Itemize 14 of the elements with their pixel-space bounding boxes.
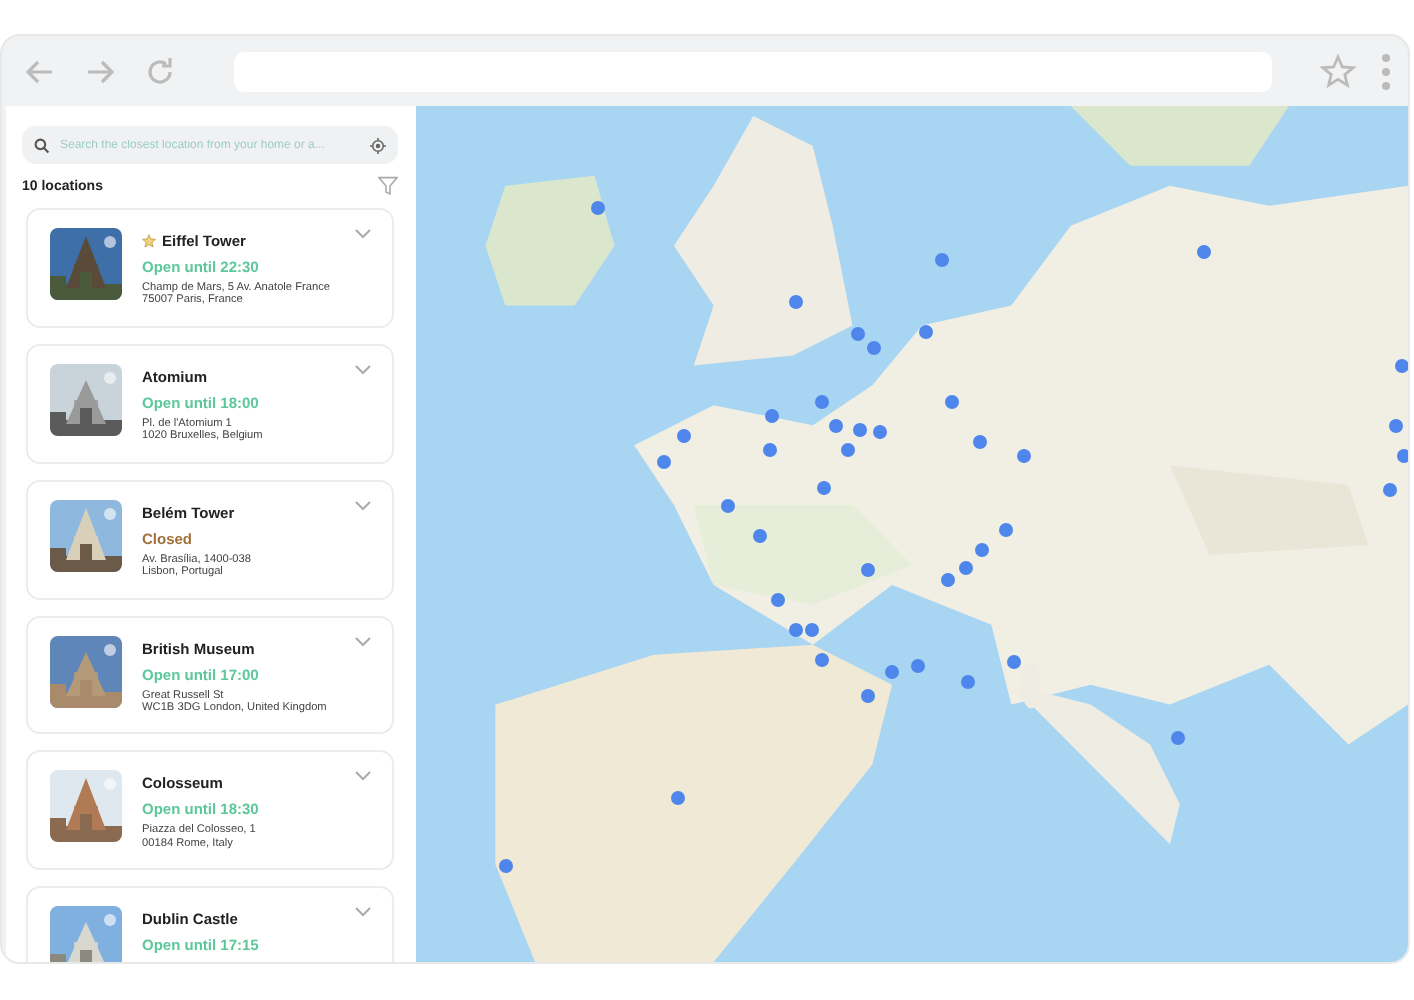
star-icon[interactable] (1320, 53, 1356, 89)
star-icon[interactable] (142, 234, 156, 248)
reload-icon[interactable] (142, 53, 178, 89)
filter-icon[interactable] (378, 176, 398, 196)
chevron-down-icon[interactable] (354, 363, 372, 376)
menu-icon[interactable] (1380, 51, 1392, 91)
search-icon (34, 137, 50, 153)
chevron-down-icon[interactable] (354, 770, 372, 783)
location-pin[interactable] (1397, 449, 1408, 463)
chevron-down-icon[interactable] (354, 228, 372, 240)
chevron-down-icon[interactable] (354, 499, 372, 512)
locate-icon[interactable] (370, 137, 386, 153)
chevron-down-icon[interactable] (354, 906, 372, 919)
chevron-down-icon[interactable] (354, 635, 372, 648)
